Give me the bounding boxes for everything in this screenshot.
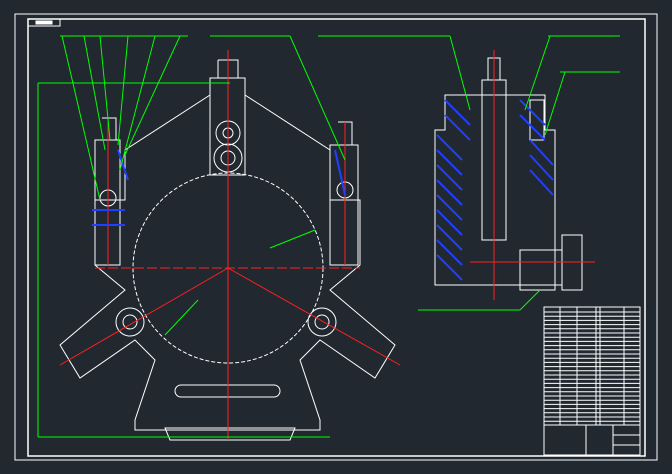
outer-border bbox=[14, 13, 658, 461]
section-view bbox=[434, 57, 583, 291]
leader-lines bbox=[37, 35, 620, 438]
inner-border bbox=[27, 18, 646, 457]
front-view-hatching bbox=[92, 149, 346, 226]
front-view-centerlines bbox=[59, 50, 401, 440]
left-arm-bore bbox=[115, 307, 145, 337]
title-block-main bbox=[543, 424, 641, 456]
section-hatching bbox=[436, 99, 554, 281]
viewport-edge[interactable] bbox=[658, 0, 672, 474]
drawing-frame bbox=[14, 13, 658, 461]
right-arm-bore bbox=[307, 307, 337, 337]
title-block bbox=[543, 306, 641, 456]
section-right-stud bbox=[529, 99, 545, 141]
cad-drawing-canvas[interactable] bbox=[0, 0, 672, 474]
parts-list-rows bbox=[544, 311, 640, 422]
section-side-block bbox=[519, 249, 563, 286]
right-arm-bore-inner bbox=[314, 314, 330, 330]
drawing-number-fill bbox=[35, 20, 53, 25]
